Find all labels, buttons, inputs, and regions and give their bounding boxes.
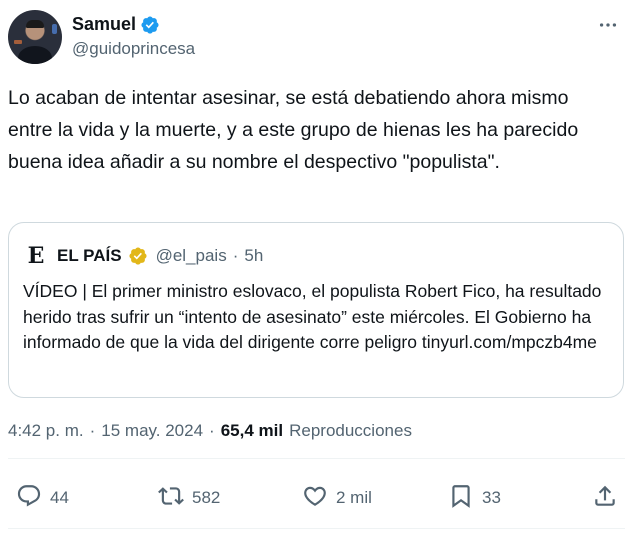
tweet-header: Samuel @guidoprincesa [8, 8, 625, 64]
avatar[interactable] [8, 10, 62, 64]
separator-dot: · [89, 421, 96, 440]
divider [8, 528, 625, 529]
quoted-tweet-text: VÍDEO | El primer ministro eslovaco, el … [23, 281, 602, 352]
author-display-name[interactable]: Samuel [72, 14, 136, 35]
el-pais-logo[interactable]: E [23, 243, 49, 269]
share-button[interactable] [592, 474, 618, 522]
views-count[interactable]: 65,4 mil [221, 421, 283, 441]
quoted-tweet-time[interactable]: 5h [244, 246, 263, 266]
reply-button[interactable]: 44 [16, 474, 69, 522]
like-count: 2 mil [336, 488, 372, 507]
reply-icon [16, 483, 42, 514]
verified-icon[interactable] [140, 15, 160, 35]
bookmark-button[interactable]: 33 [448, 474, 501, 522]
gold-verified-icon[interactable] [128, 246, 148, 266]
separator-dot: · [232, 246, 239, 265]
quoted-tweet-header: E EL PAÍS @el_pais · 5h [23, 243, 264, 269]
bookmark-count: 33 [482, 488, 501, 507]
views-label[interactable]: Reproducciones [289, 421, 412, 441]
bookmark-icon [448, 483, 474, 514]
retweet-icon [158, 483, 184, 514]
divider [8, 458, 625, 459]
separator-dot: · [209, 421, 215, 440]
action-bar: 44 582 2 mil 33 [8, 474, 625, 522]
share-icon [592, 483, 618, 514]
like-icon [302, 483, 328, 514]
author-name-row: Samuel [72, 14, 160, 35]
tweet-meta: 4:42 p. m. · 15 may. 2024 · 65,4 mil Rep… [8, 421, 412, 441]
reply-count: 44 [50, 488, 69, 507]
more-icon[interactable] [595, 12, 621, 38]
quoted-author-handle[interactable]: @el_pais [156, 246, 227, 266]
quoted-author-name[interactable]: EL PAÍS [57, 246, 122, 266]
retweet-count: 582 [192, 488, 221, 507]
quoted-tweet[interactable]: E EL PAÍS @el_pais · 5h VÍDEO | El prime… [8, 222, 624, 398]
retweet-button[interactable]: 582 [158, 474, 220, 522]
like-button[interactable]: 2 mil [302, 474, 372, 522]
tweet-time[interactable]: 4:42 p. m. [8, 421, 84, 441]
tweet-date[interactable]: 15 may. 2024 [101, 421, 203, 441]
tweet-text: Lo acaban de intentar asesinar, se está … [8, 87, 579, 173]
author-handle[interactable]: @guidoprincesa [72, 39, 195, 59]
